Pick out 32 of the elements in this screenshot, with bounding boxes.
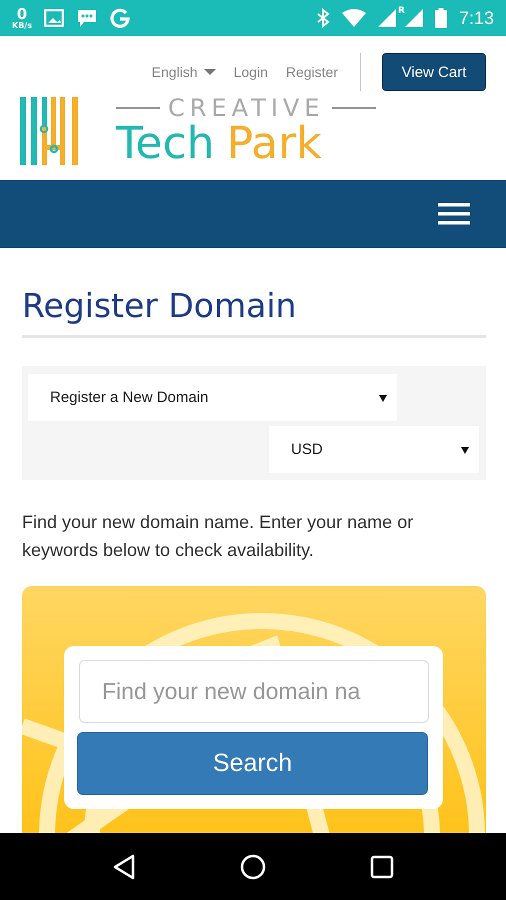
clock-time: 7:13 xyxy=(458,8,494,28)
menu-icon[interactable] xyxy=(438,203,470,225)
wifi-icon xyxy=(342,9,366,27)
logo-tagline: CREATIVE xyxy=(168,94,324,122)
chat-icon xyxy=(76,8,98,28)
logo-name: Tech xyxy=(116,121,215,167)
recents-icon[interactable] xyxy=(370,854,394,878)
caret-icon xyxy=(461,446,469,454)
speed-value: 0 xyxy=(16,6,28,22)
search-button[interactable]: Search xyxy=(77,732,428,795)
g-icon xyxy=(110,8,130,28)
page-title: Register Domain xyxy=(22,286,486,338)
caret-icon xyxy=(379,394,387,402)
select-field[interactable]: Register a New Domain xyxy=(28,374,397,421)
battery-icon xyxy=(434,8,447,28)
back-icon[interactable] xyxy=(112,854,136,880)
view-cart-button[interactable]: View Cart xyxy=(382,53,486,91)
language-dropdown[interactable]: English xyxy=(152,64,216,80)
caret-icon xyxy=(204,68,216,76)
intro-text: Find your new domain name. Enter your name or keywords below to check availability. xyxy=(22,511,414,562)
header-link[interactable]: Register xyxy=(286,64,338,80)
select-field[interactable]: USD xyxy=(269,426,479,473)
domain-input-field[interactable]: Find your new domain na xyxy=(79,660,429,723)
header-link[interactable]: Login xyxy=(234,64,268,80)
logo-name: Park xyxy=(226,121,322,167)
speed-unit: KB/s xyxy=(12,22,32,30)
home-icon[interactable] xyxy=(240,854,266,880)
bluetooth-icon xyxy=(316,8,330,28)
image-icon xyxy=(44,9,64,27)
signal-icon xyxy=(378,9,396,27)
roaming-label: R xyxy=(398,6,405,16)
signal-icon xyxy=(404,9,423,27)
